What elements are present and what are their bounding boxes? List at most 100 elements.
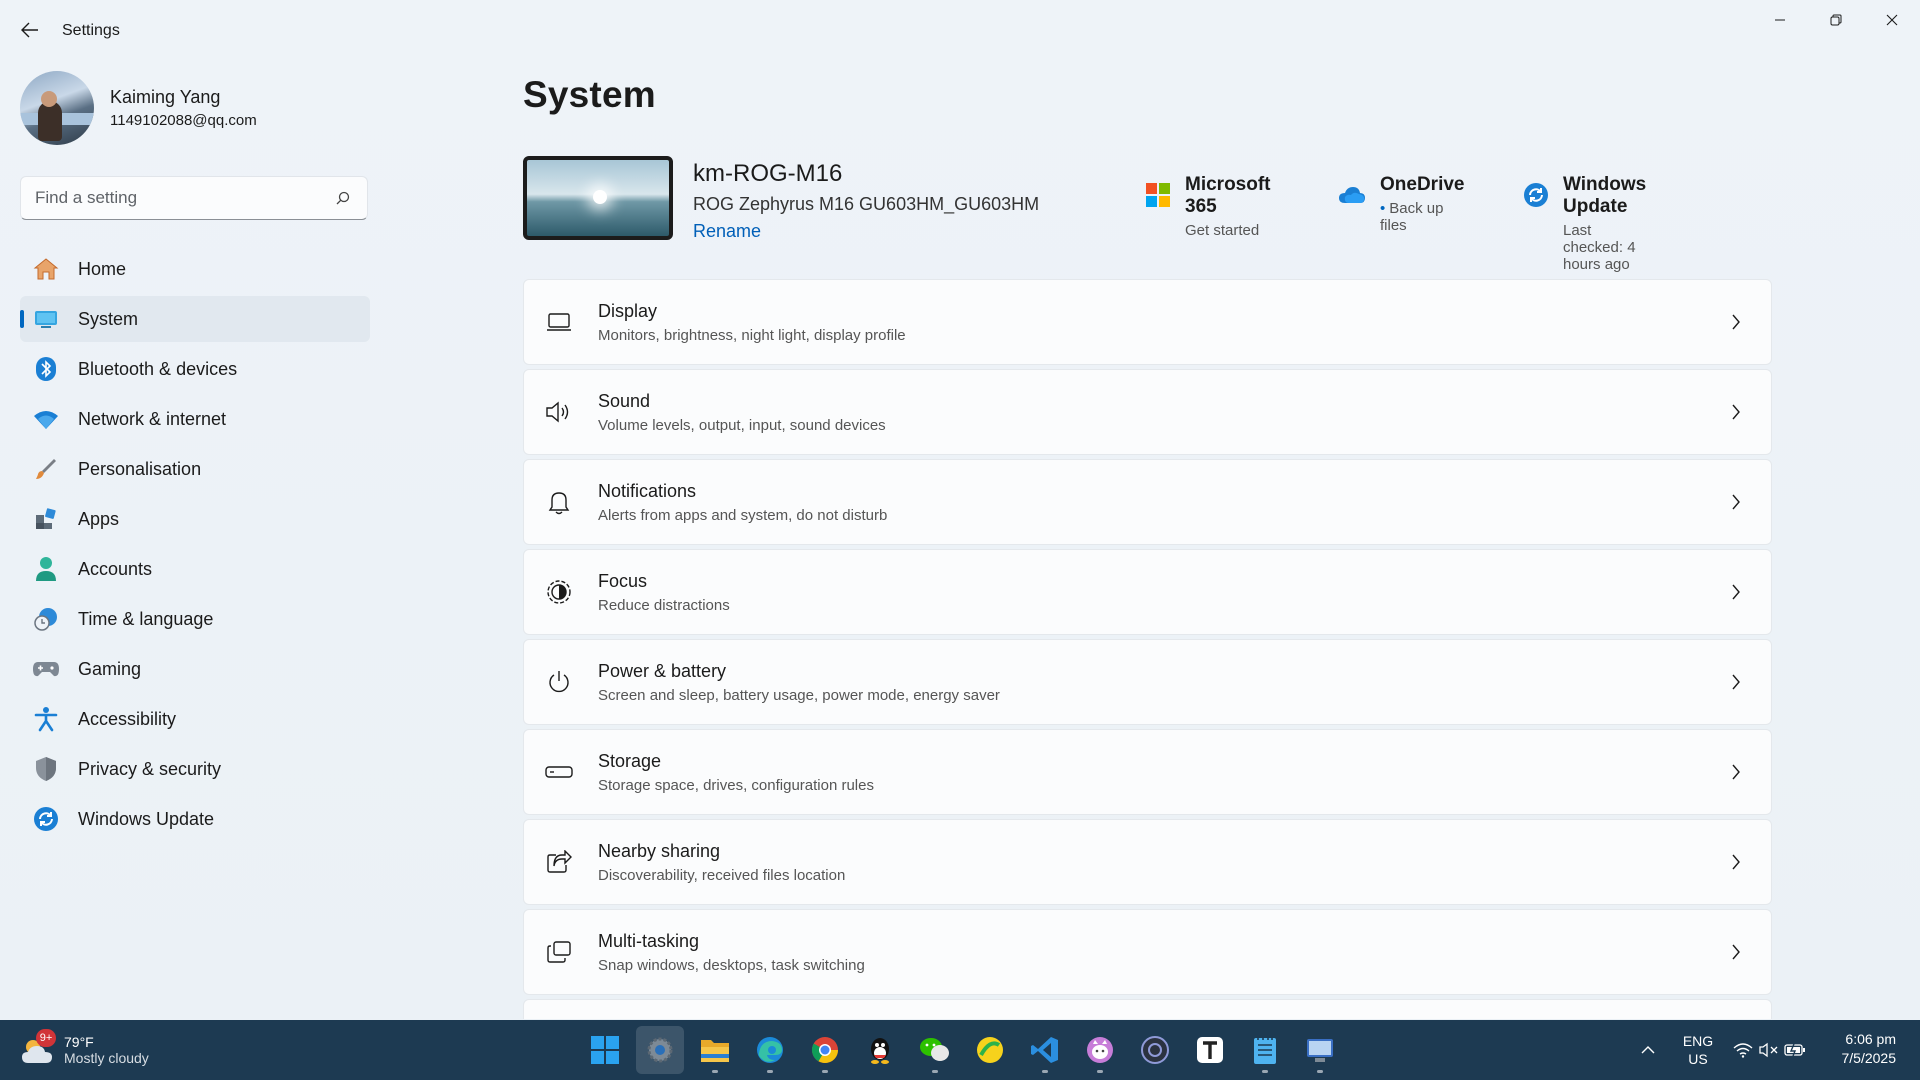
bell-icon: [544, 487, 574, 517]
home-icon: [32, 255, 60, 283]
setting-nearby-sharing[interactable]: Nearby sharing Discoverability, received…: [523, 819, 1772, 905]
sidebar-item-accessibility[interactable]: Accessibility: [20, 696, 370, 742]
search-icon[interactable]: [333, 188, 353, 208]
app-yellow-icon: [977, 1037, 1003, 1063]
setting-storage[interactable]: Storage Storage space, drives, configura…: [523, 729, 1772, 815]
back-button[interactable]: [14, 14, 46, 46]
sidebar-item-bluetooth[interactable]: Bluetooth & devices: [20, 346, 370, 392]
taskbar-remote-desktop[interactable]: [1296, 1026, 1344, 1074]
sidebar-item-privacy[interactable]: Privacy & security: [20, 746, 370, 792]
search-input[interactable]: [35, 188, 333, 208]
setting-multitasking[interactable]: Multi-tasking Snap windows, desktops, ta…: [523, 909, 1772, 995]
sidebar-item-label: Network & internet: [78, 408, 227, 429]
typora-icon: [1197, 1037, 1223, 1063]
settings-icon: [647, 1037, 673, 1063]
settings-list: Display Monitors, brightness, night ligh…: [523, 279, 1772, 1023]
sidebar-item-windows-update[interactable]: Windows Update: [20, 796, 370, 842]
taskbar-notepad[interactable]: [1241, 1026, 1289, 1074]
user-profile[interactable]: Kaiming Yang 1149102088@qq.com: [20, 70, 257, 146]
profile-name: Kaiming Yang: [110, 87, 221, 107]
quick-link-subtitle: Get started: [1185, 222, 1260, 239]
sidebar-item-network[interactable]: Network & internet: [20, 396, 370, 442]
microsoft-365-icon: [1145, 180, 1171, 210]
rename-link[interactable]: Rename: [693, 221, 1039, 242]
clock[interactable]: 6:06 pm 7/5/2025: [1842, 1030, 1897, 1068]
profile-email: 1149102088@qq.com: [110, 112, 257, 129]
start-button[interactable]: [581, 1026, 629, 1074]
setting-sound[interactable]: Sound Volume levels, output, input, soun…: [523, 369, 1772, 455]
weather-temp: 79°F: [64, 1034, 94, 1050]
quick-link-subtitle: Back up files: [1380, 200, 1444, 234]
brush-icon: [32, 455, 60, 483]
setting-notifications[interactable]: Notifications Alerts from apps and syste…: [523, 459, 1772, 545]
setting-power-battery[interactable]: Power & battery Screen and sleep, batter…: [523, 639, 1772, 725]
app-circle-icon: [1141, 1036, 1169, 1064]
quick-link-title: Microsoft 365: [1185, 174, 1271, 217]
quick-link-subtitle: Last checked: 4 hours ago: [1563, 222, 1636, 273]
taskbar-chrome[interactable]: [801, 1026, 849, 1074]
system-icon: [32, 305, 60, 333]
minimize-button[interactable]: [1752, 0, 1808, 40]
setting-title: Focus: [598, 570, 648, 591]
app-cat-icon: [1087, 1037, 1113, 1063]
windows-update-icon: [32, 805, 60, 833]
tray-icons[interactable]: [1730, 1038, 1808, 1062]
app-title: Settings: [62, 22, 120, 39]
taskbar-app-circle[interactable]: [1131, 1026, 1179, 1074]
weather-widget[interactable]: 9+ 79°F Mostly cloudy: [20, 1028, 149, 1072]
quick-link-title: OneDrive: [1380, 174, 1465, 195]
show-hidden-icons-button[interactable]: [1636, 1038, 1660, 1062]
device-wallpaper-thumbnail: [523, 156, 673, 240]
taskbar-vscode[interactable]: [1021, 1026, 1069, 1074]
setting-focus[interactable]: Focus Reduce distractions: [523, 549, 1772, 635]
vscode-icon: [1031, 1037, 1058, 1063]
taskbar-app-yellow[interactable]: [966, 1026, 1014, 1074]
battery-charging-icon: [1782, 1038, 1808, 1062]
sidebar-item-label: Accessibility: [78, 708, 177, 729]
taskbar-wechat[interactable]: [911, 1026, 959, 1074]
share-icon: [544, 847, 574, 877]
chevron-right-icon: [1727, 943, 1745, 961]
taskbar-apps: [581, 1026, 1351, 1074]
restore-button[interactable]: [1808, 0, 1864, 40]
taskbar-app-cat[interactable]: [1076, 1026, 1124, 1074]
cloudy-weather-icon: 9+: [20, 1029, 56, 1065]
search-box: [20, 176, 368, 220]
sidebar-item-accounts[interactable]: Accounts: [20, 546, 370, 592]
sidebar-item-gaming[interactable]: Gaming: [20, 646, 370, 692]
setting-subtitle: Screen and sleep, battery usage, power m…: [598, 686, 1000, 704]
setting-subtitle: Reduce distractions: [598, 596, 730, 614]
quick-link-microsoft-365[interactable]: Microsoft 365 Get started: [1145, 174, 1275, 239]
setting-row-cutoff[interactable]: [523, 999, 1772, 1019]
taskbar-file-explorer[interactable]: [691, 1026, 739, 1074]
setting-title: Display: [598, 300, 658, 321]
clock-date: 7/5/2025: [1841, 1050, 1897, 1066]
taskbar-settings[interactable]: [636, 1026, 684, 1074]
setting-display[interactable]: Display Monitors, brightness, night ligh…: [523, 279, 1772, 365]
focus-icon: [544, 577, 574, 607]
device-name: km-ROG-M16: [693, 160, 843, 187]
sidebar-item-personalisation[interactable]: Personalisation: [20, 446, 370, 492]
language-code: ENG: [1682, 1033, 1714, 1049]
taskbar-qq[interactable]: [856, 1026, 904, 1074]
sidebar-item-home[interactable]: Home: [20, 246, 370, 292]
wifi-icon: [32, 405, 60, 433]
quick-link-onedrive[interactable]: OneDrive • Back up files: [1338, 174, 1466, 234]
apps-icon: [32, 505, 60, 533]
quick-link-title: Windows Update: [1563, 174, 1647, 217]
quick-link-windows-update[interactable]: Windows Update Last checked: 4 hours ago: [1523, 174, 1650, 273]
sidebar-item-label: System: [78, 308, 139, 329]
sidebar-item-apps[interactable]: Apps: [20, 496, 370, 542]
sidebar-item-system[interactable]: System: [20, 296, 370, 342]
language-indicator[interactable]: ENG US: [1680, 1032, 1716, 1068]
remote-desktop-icon: [1307, 1039, 1333, 1062]
taskbar-typora[interactable]: [1186, 1026, 1234, 1074]
sidebar-item-time-language[interactable]: Time & language: [20, 596, 370, 642]
accounts-icon: [32, 555, 60, 583]
display-icon: [544, 307, 574, 337]
close-button[interactable]: [1864, 0, 1920, 40]
setting-title: Sound: [598, 390, 651, 411]
setting-subtitle: Alerts from apps and system, do not dist…: [598, 506, 888, 524]
setting-title: Notifications: [598, 480, 697, 501]
taskbar-edge[interactable]: [746, 1026, 794, 1074]
